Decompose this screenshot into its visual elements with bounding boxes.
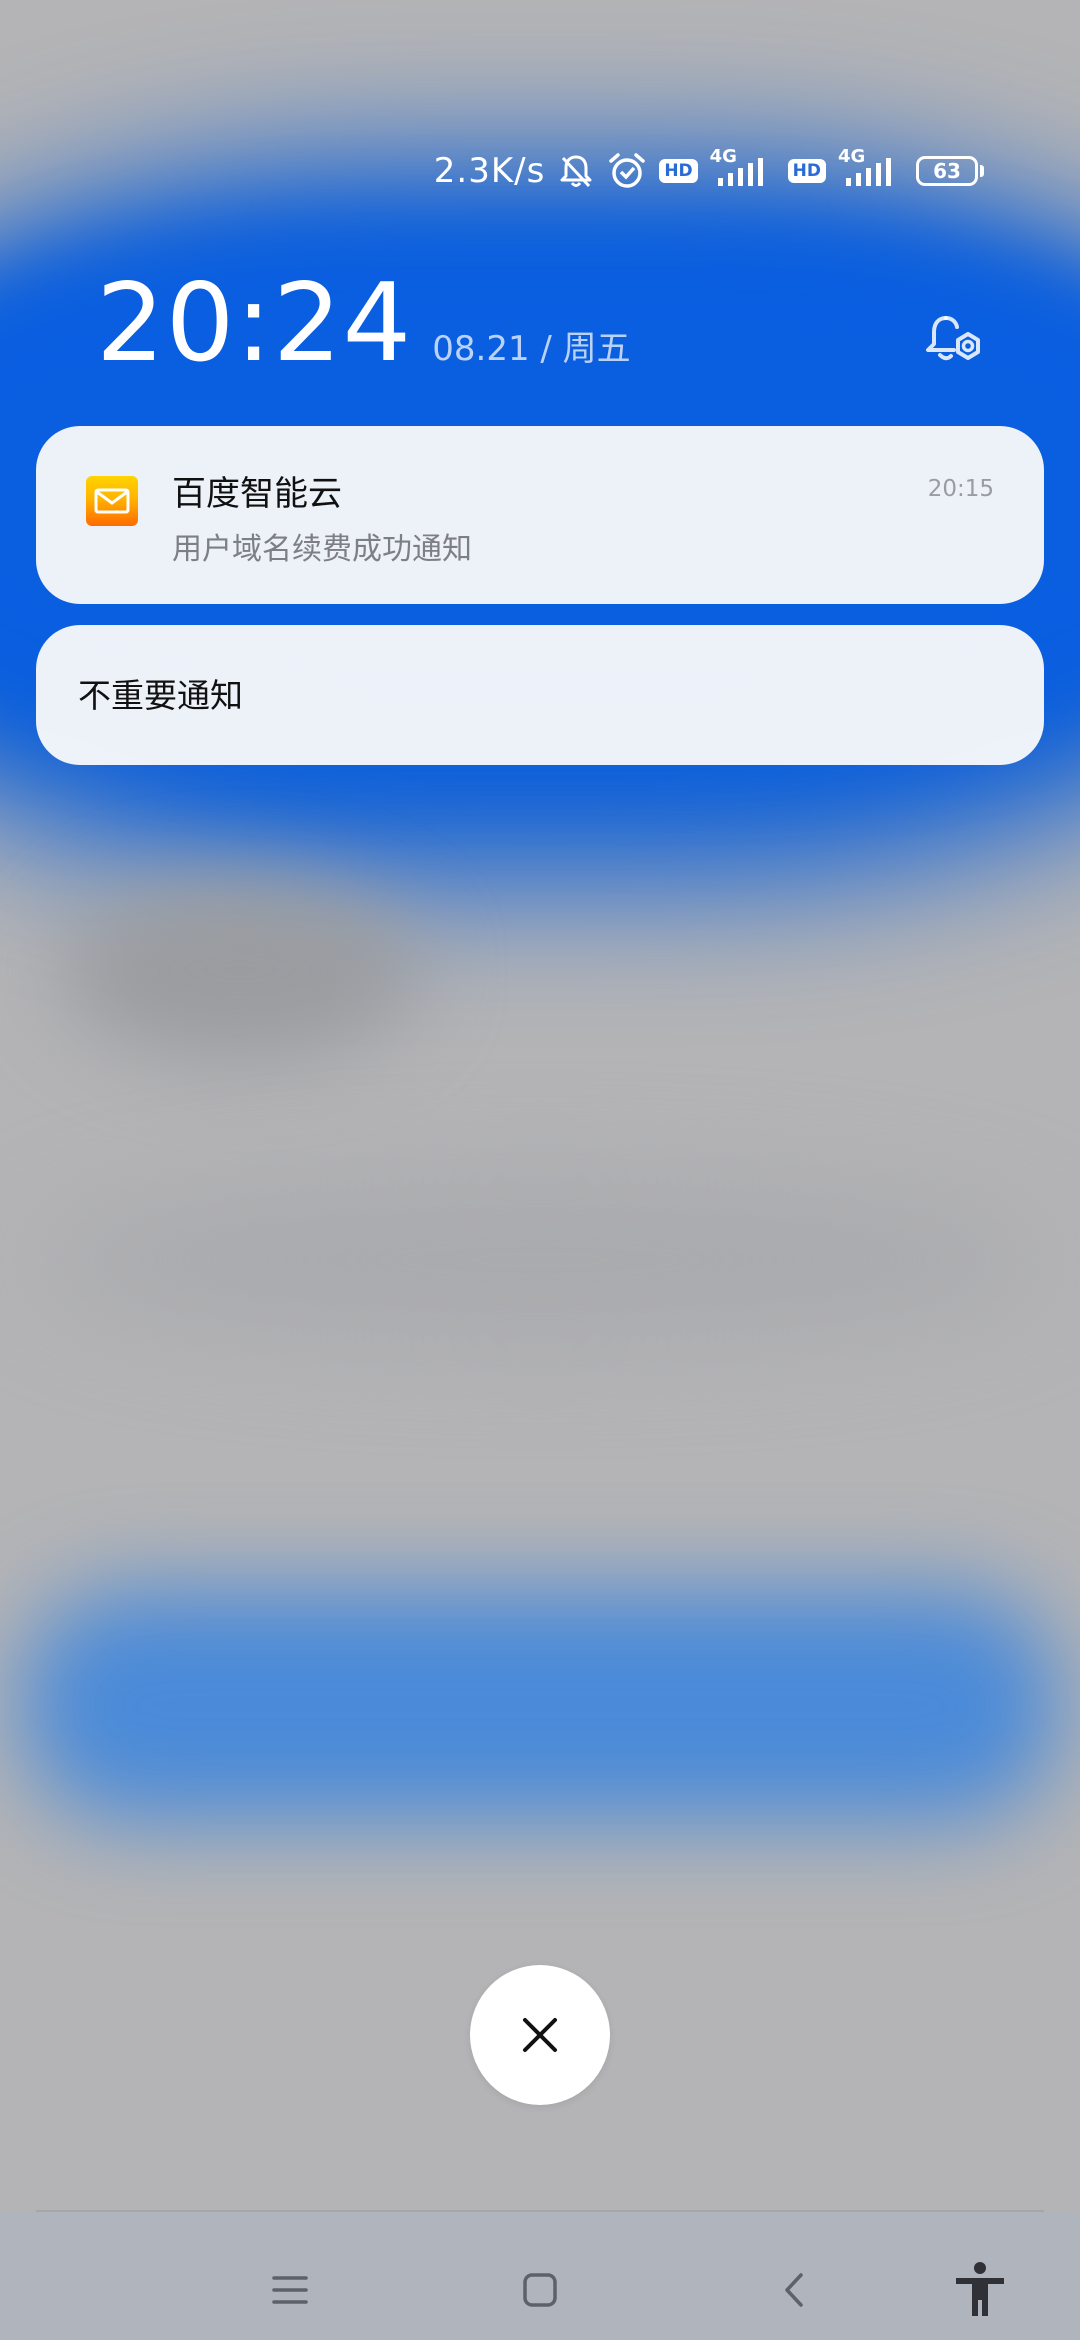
battery-icon: 63 [916,156,984,186]
unimportant-notifications-group[interactable]: 不重要通知 [36,625,1044,765]
signal-4g-icon: 4G [710,146,776,190]
backdrop-blue-button-shape [20,1590,1060,1820]
accessibility-button[interactable] [940,2250,1020,2330]
signal-4g-icon: 4G [838,146,904,190]
clock: 20:24 [96,261,413,386]
menu-icon [272,2276,308,2304]
menu-button[interactable] [250,2250,330,2330]
accessibility-icon [956,2262,1004,2316]
notification-app-name: 百度智能云 [172,474,342,514]
hd-icon: HD [659,159,698,183]
backdrop-grey-band [40,1180,1040,1340]
mail-icon [86,476,138,526]
nav-divider [36,2210,1044,2212]
folded-group-label: 不重要通知 [78,676,243,715]
battery-body: 63 [916,156,978,186]
notification-settings-icon[interactable] [916,308,988,380]
network-speed: 2.3K/s [433,151,546,191]
notification-body: 用户域名续费成功通知 [172,532,472,567]
back-icon [785,2273,803,2307]
clear-notifications-button[interactable] [470,1965,610,2105]
close-icon [523,2018,557,2052]
clock-row: 20:24 08.21 / 周五 [96,270,631,378]
back-button[interactable] [754,2250,834,2330]
backdrop-grey-shape [60,880,420,1060]
hd-icon: HD [787,159,826,183]
alarm-icon [607,151,647,191]
battery-level: 63 [933,159,961,183]
notification-time: 20:15 [927,476,994,502]
status-bar: 2.3K/s HD 4G HD 4G 63 [434,146,984,196]
home-icon [523,2273,557,2307]
date: 08.21 / 周五 [432,329,631,369]
bell-muted-icon [557,152,595,190]
home-button[interactable] [500,2250,580,2330]
battery-tip [980,165,984,177]
notification-card[interactable]: 百度智能云 20:15 用户域名续费成功通知 [36,426,1044,604]
